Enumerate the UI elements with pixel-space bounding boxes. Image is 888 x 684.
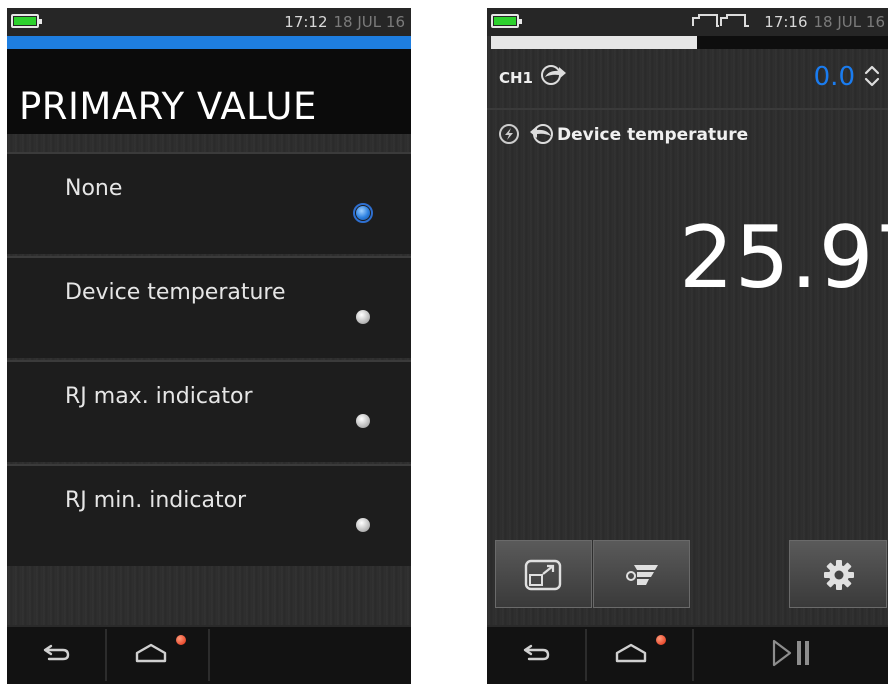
- accent-bar: [7, 36, 411, 49]
- date-text: 18 JUL 16: [333, 13, 405, 31]
- share-arrow-icon: [539, 62, 569, 85]
- time-text: 17:12: [284, 13, 328, 31]
- progress-fill: [491, 36, 697, 49]
- back-icon[interactable]: [41, 637, 71, 674]
- settings-button[interactable]: [789, 540, 887, 608]
- radio-button[interactable]: [356, 414, 370, 428]
- option-label: Device temperature: [65, 280, 286, 305]
- measurement-value: 25.97: [679, 208, 888, 308]
- option-rj-min-indicator[interactable]: RJ min. indicator: [7, 464, 411, 566]
- channel-row[interactable]: CH1 0.0: [487, 52, 888, 110]
- channel-label: CH1: [499, 69, 533, 87]
- page-title: PRIMARY VALUE: [19, 85, 317, 128]
- sensor-button[interactable]: [593, 540, 690, 608]
- nav-divider: [105, 629, 107, 681]
- battery-icon: [11, 14, 42, 28]
- status-time: 17:16 18 JUL 16: [764, 13, 885, 31]
- nav-divider: [692, 629, 694, 681]
- expand-icon: [523, 558, 563, 596]
- nav-bar: [7, 625, 411, 684]
- status-time: 17:12 18 JUL 16: [284, 13, 405, 31]
- home-icon[interactable]: [134, 639, 168, 674]
- nav-divider: [208, 629, 210, 681]
- share-arrow-icon: [529, 122, 555, 151]
- radio-button-selected[interactable]: [353, 203, 373, 223]
- option-device-temperature[interactable]: Device temperature: [7, 256, 411, 358]
- measurement-label: Device temperature: [557, 125, 749, 145]
- back-icon[interactable]: [521, 637, 551, 674]
- gear-icon: [821, 557, 857, 597]
- play-pause-icon[interactable]: [770, 636, 816, 678]
- option-label: RJ max. indicator: [65, 384, 253, 409]
- notification-dot-icon: [176, 635, 186, 645]
- battery-icon: [491, 14, 522, 28]
- up-down-icon[interactable]: [863, 62, 881, 92]
- primary-value-screen: 17:12 18 JUL 16 PRIMARY VALUE None Device…: [7, 8, 411, 684]
- option-none[interactable]: None: [7, 152, 411, 254]
- title-bar: PRIMARY VALUE: [7, 49, 411, 134]
- nav-divider: [585, 629, 587, 681]
- radio-button[interactable]: [356, 310, 370, 324]
- expand-button[interactable]: [495, 540, 592, 608]
- nav-bar: [487, 625, 888, 684]
- channel-value: 0.0: [813, 62, 855, 92]
- option-label: None: [65, 176, 123, 201]
- option-label: RJ min. indicator: [65, 488, 247, 513]
- status-bar: 17:12 18 JUL 16: [7, 8, 411, 36]
- option-rj-max-indicator[interactable]: RJ max. indicator: [7, 360, 411, 462]
- date-text: 18 JUL 16: [813, 13, 885, 31]
- time-text: 17:16: [764, 13, 808, 31]
- device-row: Device temperature: [487, 118, 888, 154]
- connection-icon: [691, 12, 753, 34]
- radio-button[interactable]: [356, 518, 370, 532]
- status-bar: 17:16 18 JUL 16: [487, 8, 888, 36]
- progress-bar: [491, 36, 888, 49]
- sensor-icon: [624, 561, 664, 595]
- home-icon[interactable]: [614, 639, 648, 674]
- measurement-screen: 17:16 18 JUL 16 CH1 0.0 Device temperatur…: [487, 8, 888, 684]
- bolt-icon: [499, 124, 519, 144]
- notification-dot-icon: [656, 635, 666, 645]
